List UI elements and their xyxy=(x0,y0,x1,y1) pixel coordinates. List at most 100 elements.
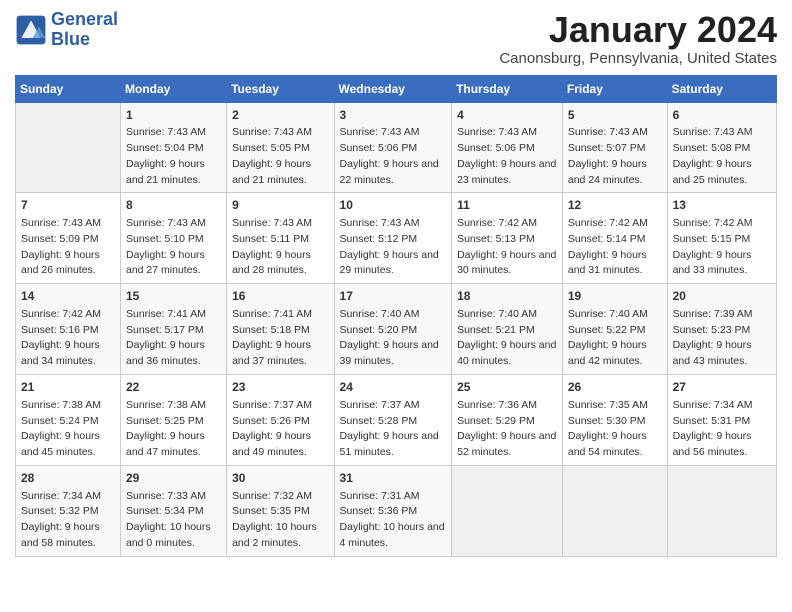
calendar-cell xyxy=(452,465,563,556)
calendar-cell xyxy=(562,465,667,556)
day-number: 27 xyxy=(673,379,771,396)
calendar-cell: 21Sunrise: 7:38 AMSunset: 5:24 PMDayligh… xyxy=(16,374,121,465)
day-number: 18 xyxy=(457,288,557,305)
day-info: Sunrise: 7:43 AMSunset: 5:05 PMDaylight:… xyxy=(232,125,328,188)
weekday-header: Thursday xyxy=(452,75,563,102)
day-info: Sunrise: 7:37 AMSunset: 5:26 PMDaylight:… xyxy=(232,398,328,461)
day-number: 2 xyxy=(232,107,328,124)
month-title: January 2024 xyxy=(499,10,777,50)
day-number: 31 xyxy=(340,470,447,487)
weekday-header: Tuesday xyxy=(227,75,334,102)
calendar-week-row: 28Sunrise: 7:34 AMSunset: 5:32 PMDayligh… xyxy=(16,465,777,556)
calendar-week-row: 21Sunrise: 7:38 AMSunset: 5:24 PMDayligh… xyxy=(16,374,777,465)
day-number: 5 xyxy=(568,107,662,124)
day-info: Sunrise: 7:39 AMSunset: 5:23 PMDaylight:… xyxy=(673,307,771,370)
day-number: 12 xyxy=(568,197,662,214)
calendar-cell: 24Sunrise: 7:37 AMSunset: 5:28 PMDayligh… xyxy=(334,374,452,465)
calendar-week-row: 14 Sunrise: 7:42 AMSunset: 5:16 PMDayligh… xyxy=(16,284,777,375)
calendar-cell: 30 Sunrise: 7:32 AMSunset: 5:35 PMDayligh… xyxy=(227,465,334,556)
day-number: 30 xyxy=(232,470,328,487)
day-number: 10 xyxy=(340,197,447,214)
day-number: 20 xyxy=(673,288,771,305)
calendar-cell: 8Sunrise: 7:43 AMSunset: 5:10 PMDaylight… xyxy=(121,193,227,284)
calendar-cell: 25 Sunrise: 7:36 AMSunset: 5:29 PMDayligh… xyxy=(452,374,563,465)
day-info: Sunrise: 7:43 AMSunset: 5:12 PMDaylight:… xyxy=(340,216,447,279)
title-block: January 2024 Canonsburg, Pennsylvania, U… xyxy=(499,10,777,67)
calendar-cell: 26Sunrise: 7:35 AMSunset: 5:30 PMDayligh… xyxy=(562,374,667,465)
calendar-cell: 18 Sunrise: 7:40 AMSunset: 5:21 PMDayligh… xyxy=(452,284,563,375)
day-number: 17 xyxy=(340,288,447,305)
calendar-cell: 1Sunrise: 7:43 AMSunset: 5:04 PMDaylight… xyxy=(121,102,227,193)
logo-icon xyxy=(15,14,47,46)
day-info: Sunrise: 7:42 AMSunset: 5:16 PMDaylight:… xyxy=(21,307,115,370)
day-number: 4 xyxy=(457,107,557,124)
day-number: 8 xyxy=(126,197,221,214)
day-info: Sunrise: 7:38 AMSunset: 5:24 PMDaylight:… xyxy=(21,398,115,461)
calendar-cell: 4Sunrise: 7:43 AMSunset: 5:06 PMDaylight… xyxy=(452,102,563,193)
day-number: 1 xyxy=(126,107,221,124)
calendar-cell: 28Sunrise: 7:34 AMSunset: 5:32 PMDayligh… xyxy=(16,465,121,556)
weekday-header: Friday xyxy=(562,75,667,102)
day-number: 24 xyxy=(340,379,447,396)
calendar-cell: 16 Sunrise: 7:41 AMSunset: 5:18 PMDayligh… xyxy=(227,284,334,375)
logo-text: General Blue xyxy=(51,10,118,50)
calendar-cell: 11 Sunrise: 7:42 AMSunset: 5:13 PMDayligh… xyxy=(452,193,563,284)
day-info: Sunrise: 7:38 AMSunset: 5:25 PMDaylight:… xyxy=(126,398,221,461)
calendar-cell: 27Sunrise: 7:34 AMSunset: 5:31 PMDayligh… xyxy=(667,374,776,465)
day-info: Sunrise: 7:43 AMSunset: 5:11 PMDaylight:… xyxy=(232,216,328,279)
day-info: Sunrise: 7:43 AMSunset: 5:07 PMDaylight:… xyxy=(568,125,662,188)
day-info: Sunrise: 7:36 AMSunset: 5:29 PMDaylight:… xyxy=(457,398,557,461)
calendar-cell xyxy=(16,102,121,193)
day-number: 9 xyxy=(232,197,328,214)
day-info: Sunrise: 7:43 AMSunset: 5:06 PMDaylight:… xyxy=(457,125,557,188)
day-info: Sunrise: 7:41 AMSunset: 5:17 PMDaylight:… xyxy=(126,307,221,370)
day-info: Sunrise: 7:43 AMSunset: 5:08 PMDaylight:… xyxy=(673,125,771,188)
day-info: Sunrise: 7:42 AMSunset: 5:15 PMDaylight:… xyxy=(673,216,771,279)
day-number: 14 xyxy=(21,288,115,305)
header-row: SundayMondayTuesdayWednesdayThursdayFrid… xyxy=(16,75,777,102)
day-number: 6 xyxy=(673,107,771,124)
calendar-week-row: 7Sunrise: 7:43 AMSunset: 5:09 PMDaylight… xyxy=(16,193,777,284)
calendar-cell: 5Sunrise: 7:43 AMSunset: 5:07 PMDaylight… xyxy=(562,102,667,193)
day-info: Sunrise: 7:40 AMSunset: 5:22 PMDaylight:… xyxy=(568,307,662,370)
day-number: 7 xyxy=(21,197,115,214)
day-number: 28 xyxy=(21,470,115,487)
day-info: Sunrise: 7:32 AMSunset: 5:35 PMDaylight:… xyxy=(232,489,328,552)
calendar-cell: 7Sunrise: 7:43 AMSunset: 5:09 PMDaylight… xyxy=(16,193,121,284)
calendar-cell: 15Sunrise: 7:41 AMSunset: 5:17 PMDayligh… xyxy=(121,284,227,375)
day-info: Sunrise: 7:40 AMSunset: 5:20 PMDaylight:… xyxy=(340,307,447,370)
day-number: 13 xyxy=(673,197,771,214)
day-number: 22 xyxy=(126,379,221,396)
day-info: Sunrise: 7:40 AMSunset: 5:21 PMDaylight:… xyxy=(457,307,557,370)
calendar-cell: 2Sunrise: 7:43 AMSunset: 5:05 PMDaylight… xyxy=(227,102,334,193)
calendar-cell: 20 Sunrise: 7:39 AMSunset: 5:23 PMDayligh… xyxy=(667,284,776,375)
calendar-cell: 14 Sunrise: 7:42 AMSunset: 5:16 PMDayligh… xyxy=(16,284,121,375)
day-info: Sunrise: 7:43 AMSunset: 5:04 PMDaylight:… xyxy=(126,125,221,188)
day-info: Sunrise: 7:42 AMSunset: 5:14 PMDaylight:… xyxy=(568,216,662,279)
day-info: Sunrise: 7:31 AMSunset: 5:36 PMDaylight:… xyxy=(340,489,447,552)
day-number: 29 xyxy=(126,470,221,487)
calendar-cell: 19Sunrise: 7:40 AMSunset: 5:22 PMDayligh… xyxy=(562,284,667,375)
day-number: 16 xyxy=(232,288,328,305)
location: Canonsburg, Pennsylvania, United States xyxy=(499,50,777,67)
day-number: 26 xyxy=(568,379,662,396)
calendar-cell: 9 Sunrise: 7:43 AMSunset: 5:11 PMDaylight… xyxy=(227,193,334,284)
day-info: Sunrise: 7:42 AMSunset: 5:13 PMDaylight:… xyxy=(457,216,557,279)
calendar-table: SundayMondayTuesdayWednesdayThursdayFrid… xyxy=(15,75,777,557)
calendar-cell: 29Sunrise: 7:33 AMSunset: 5:34 PMDayligh… xyxy=(121,465,227,556)
weekday-header: Wednesday xyxy=(334,75,452,102)
day-info: Sunrise: 7:43 AMSunset: 5:06 PMDaylight:… xyxy=(340,125,447,188)
day-number: 25 xyxy=(457,379,557,396)
logo: General Blue xyxy=(15,10,118,50)
calendar-cell: 22 Sunrise: 7:38 AMSunset: 5:25 PMDayligh… xyxy=(121,374,227,465)
calendar-cell: 17 Sunrise: 7:40 AMSunset: 5:20 PMDayligh… xyxy=(334,284,452,375)
day-info: Sunrise: 7:41 AMSunset: 5:18 PMDaylight:… xyxy=(232,307,328,370)
calendar-week-row: 1Sunrise: 7:43 AMSunset: 5:04 PMDaylight… xyxy=(16,102,777,193)
day-number: 11 xyxy=(457,197,557,214)
page-header: General Blue January 2024 Canonsburg, Pe… xyxy=(15,10,777,67)
day-number: 3 xyxy=(340,107,447,124)
weekday-header: Monday xyxy=(121,75,227,102)
calendar-cell: 23Sunrise: 7:37 AMSunset: 5:26 PMDayligh… xyxy=(227,374,334,465)
calendar-cell xyxy=(667,465,776,556)
calendar-cell: 31 Sunrise: 7:31 AMSunset: 5:36 PMDayligh… xyxy=(334,465,452,556)
